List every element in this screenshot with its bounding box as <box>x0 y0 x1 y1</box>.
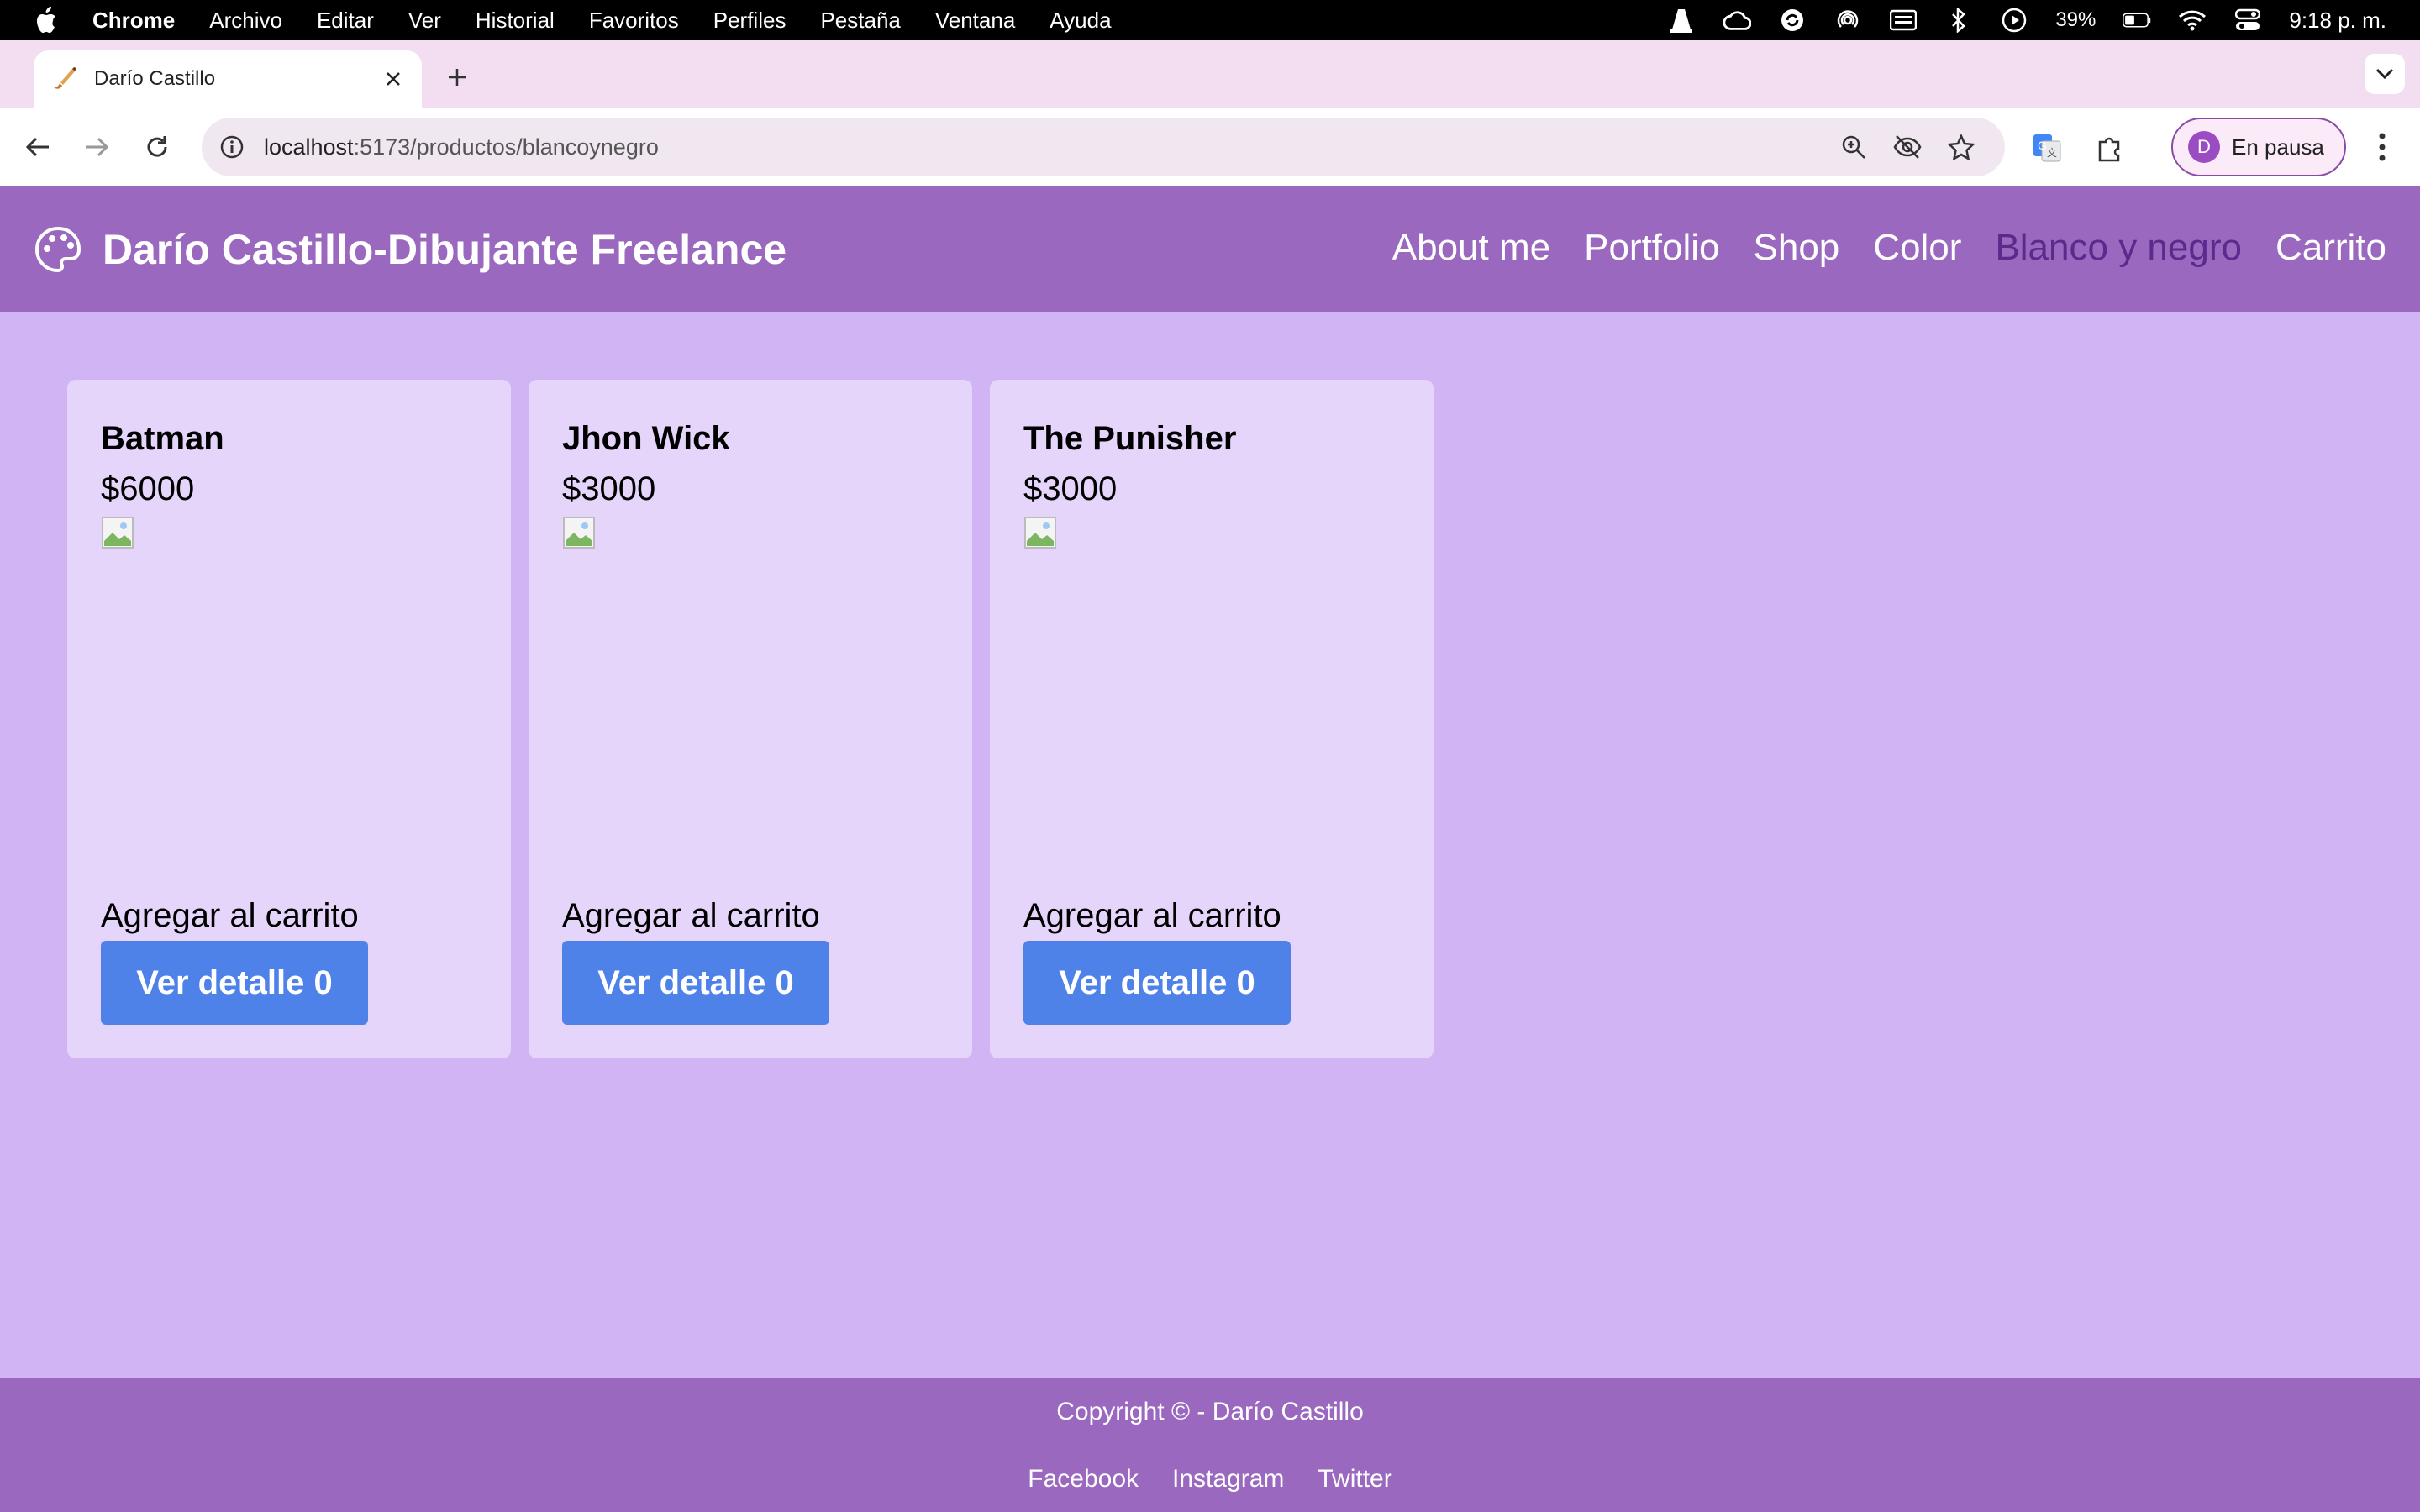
browser-toolbar: localhost:5173/productos/blancoynegro G文… <box>0 108 2420 186</box>
site-brand[interactable]: Darío Castillo-Dibujante Freelance <box>34 225 786 274</box>
broken-image-icon <box>562 516 596 549</box>
site-title: Darío Castillo-Dibujante Freelance <box>103 226 787 273</box>
airdrop-icon[interactable] <box>1833 8 1862 33</box>
product-price: $3000 <box>1023 470 1118 507</box>
nav-carrito[interactable]: Carrito <box>2275 227 2386 269</box>
apple-icon[interactable] <box>34 7 59 34</box>
avatar: D <box>2188 131 2220 163</box>
back-arrow-icon[interactable] <box>20 129 55 165</box>
new-tab-plus-icon[interactable] <box>440 60 474 94</box>
site-header: Darío Castillo-Dibujante Freelance About… <box>0 186 2420 312</box>
site-nav: About me Portfolio Shop Color Blanco y n… <box>1392 227 2386 269</box>
twitter-link[interactable]: Twitter <box>1318 1465 1392 1494</box>
macos-menubar: Chrome Archivo Editar Ver Historial Favo… <box>0 0 2420 40</box>
profile-status-label: En pausa <box>2232 134 2324 160</box>
control-center-icon[interactable] <box>2233 8 2262 33</box>
nav-shop[interactable]: Shop <box>1754 227 1840 269</box>
menu-pestana[interactable]: Pestaña <box>820 8 900 34</box>
nav-about-me[interactable]: About me <box>1392 227 1550 269</box>
broken-image-icon <box>1023 516 1057 549</box>
product-name: Batman <box>101 420 224 457</box>
site-footer: Copyright © - Darío Castillo Facebook In… <box>0 1378 2420 1512</box>
profile-button[interactable]: D En pausa <box>2171 118 2346 176</box>
menu-ver[interactable]: Ver <box>408 8 441 34</box>
more-menu-icon[interactable] <box>2370 128 2395 166</box>
menubar-clock[interactable]: 9:18 p. m. <box>2289 8 2386 34</box>
url-path: :5173/productos/blancoynegro <box>353 134 659 160</box>
tab-strip: Darío Castillo <box>0 40 2420 108</box>
menu-editar[interactable]: Editar <box>317 8 374 34</box>
menu-perfiles[interactable]: Perfiles <box>713 8 786 34</box>
wifi-icon[interactable] <box>2178 8 2207 33</box>
forward-arrow-icon[interactable] <box>79 129 114 165</box>
broken-image-icon <box>101 516 134 549</box>
close-icon[interactable] <box>381 67 405 91</box>
instagram-link[interactable]: Instagram <box>1172 1465 1284 1494</box>
menu-archivo[interactable]: Archivo <box>209 8 282 34</box>
battery-icon[interactable] <box>2123 8 2151 33</box>
browser-tab-active[interactable]: Darío Castillo <box>34 50 422 108</box>
keyboard-icon[interactable] <box>1889 8 1918 33</box>
nav-color[interactable]: Color <box>1873 227 1961 269</box>
site-info-icon[interactable] <box>215 130 249 164</box>
zoom-icon[interactable] <box>1837 130 1870 164</box>
play-icon[interactable] <box>2000 8 2028 33</box>
product-card: The Punisher $3000 Agregar al carrito Ve… <box>990 380 1434 1058</box>
sync-app-icon[interactable] <box>1778 8 1807 33</box>
svg-text:G: G <box>2038 139 2047 152</box>
nav-portfolio[interactable]: Portfolio <box>1584 227 1719 269</box>
palette-brush-favicon-icon <box>50 66 77 92</box>
eye-slash-icon[interactable] <box>1891 130 1924 164</box>
bookmark-star-icon[interactable] <box>1944 130 1978 164</box>
menu-ventana[interactable]: Ventana <box>935 8 1015 34</box>
copyright-text: Copyright © - Darío Castillo <box>1056 1398 1364 1425</box>
google-translate-icon[interactable]: G文 <box>2028 129 2065 166</box>
view-detail-button[interactable]: Ver detalle 0 <box>101 941 368 1025</box>
nav-blanco-y-negro[interactable]: Blanco y negro <box>1995 227 2242 269</box>
view-detail-button[interactable]: Ver detalle 0 <box>1023 941 1291 1025</box>
menu-app-name[interactable]: Chrome <box>92 8 175 34</box>
reload-icon[interactable] <box>139 129 175 165</box>
product-grid: Batman $6000 Agregar al carrito Ver deta… <box>67 380 1434 1058</box>
add-to-cart-link[interactable]: Agregar al carrito <box>1023 897 1281 935</box>
social-links: Facebook Instagram Twitter <box>0 1465 2420 1494</box>
bluetooth-icon[interactable] <box>1944 8 1973 33</box>
battery-percent: 39% <box>2055 8 2096 31</box>
view-detail-button[interactable]: Ver detalle 0 <box>562 941 829 1025</box>
palette-icon <box>34 225 82 274</box>
product-card: Jhon Wick $3000 Agregar al carrito Ver d… <box>529 380 972 1058</box>
menu-historial[interactable]: Historial <box>476 8 555 34</box>
address-bar[interactable]: localhost:5173/productos/blancoynegro <box>202 118 2005 176</box>
product-price: $6000 <box>101 470 195 507</box>
url-text[interactable]: localhost:5173/productos/blancoynegro <box>264 134 659 160</box>
menu-ayuda[interactable]: Ayuda <box>1050 8 1111 34</box>
facebook-link[interactable]: Facebook <box>1028 1465 1139 1494</box>
tab-title: Darío Castillo <box>94 67 216 90</box>
url-host: localhost <box>264 134 354 160</box>
product-name: The Punisher <box>1023 420 1237 457</box>
add-to-cart-link[interactable]: Agregar al carrito <box>101 897 359 935</box>
svg-text:文: 文 <box>2047 146 2057 159</box>
creative-cloud-icon[interactable] <box>1723 8 1752 33</box>
chevron-down-icon[interactable] <box>2365 54 2405 94</box>
product-price: $3000 <box>562 470 656 507</box>
menu-favoritos[interactable]: Favoritos <box>589 8 679 34</box>
product-name: Jhon Wick <box>562 420 730 457</box>
extensions-puzzle-icon[interactable] <box>2091 129 2128 166</box>
product-card: Batman $6000 Agregar al carrito Ver deta… <box>67 380 511 1058</box>
add-to-cart-link[interactable]: Agregar al carrito <box>562 897 820 935</box>
vlc-icon[interactable] <box>1667 8 1696 33</box>
